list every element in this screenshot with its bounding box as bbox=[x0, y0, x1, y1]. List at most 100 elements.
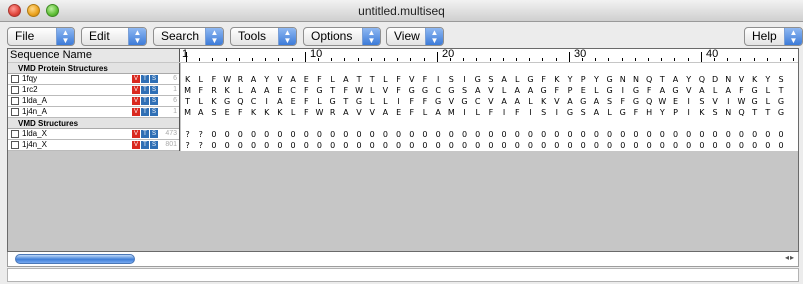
residue-cell[interactable]: 0 bbox=[629, 129, 642, 139]
residue-cell[interactable]: A bbox=[656, 85, 669, 95]
sequence-name-header[interactable]: Sequence Name bbox=[8, 49, 180, 62]
residue-cell[interactable]: 0 bbox=[484, 140, 497, 150]
sequence-row[interactable]: MASEFKKKLFWRAVVAEFLAMILFIFISIGSALGFHYPIK… bbox=[181, 107, 798, 118]
residue-cell[interactable]: 0 bbox=[234, 129, 247, 139]
sequence-row[interactable]: KLFWRAYVAEFLATTLFVFISIGSALGFKYPYGNNQTAYQ… bbox=[181, 74, 798, 85]
residue-cell[interactable]: E bbox=[669, 96, 682, 106]
residue-cell[interactable]: 0 bbox=[260, 140, 273, 150]
residue-cell[interactable]: Y bbox=[656, 107, 669, 117]
residue-cell[interactable]: G bbox=[352, 96, 365, 106]
residue-cell[interactable]: F bbox=[418, 96, 431, 106]
residue-cell[interactable]: A bbox=[511, 96, 524, 106]
text-icon[interactable]: T bbox=[141, 141, 149, 149]
residue-cell[interactable]: I bbox=[458, 74, 471, 84]
residue-cell[interactable]: 0 bbox=[352, 129, 365, 139]
residue-cell[interactable]: Y bbox=[761, 74, 774, 84]
residue-cell[interactable]: 0 bbox=[458, 129, 471, 139]
residue-cell[interactable]: A bbox=[590, 107, 603, 117]
residue-cell[interactable]: ? bbox=[181, 140, 194, 150]
residue-cell[interactable]: T bbox=[181, 96, 194, 106]
residue-cell[interactable]: A bbox=[524, 85, 537, 95]
residue-cell[interactable]: A bbox=[669, 74, 682, 84]
residue-cell[interactable]: E bbox=[300, 74, 313, 84]
residue-cell[interactable]: E bbox=[392, 107, 405, 117]
residue-cell[interactable]: G bbox=[432, 96, 445, 106]
structure-icon[interactable]: S bbox=[150, 130, 158, 138]
residue-cell[interactable]: A bbox=[511, 85, 524, 95]
residue-cell[interactable]: 0 bbox=[774, 129, 787, 139]
residue-cell[interactable]: 0 bbox=[405, 140, 418, 150]
residue-cell[interactable]: T bbox=[352, 74, 365, 84]
group-header[interactable]: VMD Protein Structures bbox=[8, 63, 179, 74]
residue-cell[interactable]: F bbox=[511, 107, 524, 117]
residue-cell[interactable]: I bbox=[550, 107, 563, 117]
residue-cell[interactable]: I bbox=[722, 96, 735, 106]
residue-cell[interactable]: 0 bbox=[682, 140, 695, 150]
residue-cell[interactable]: 0 bbox=[643, 140, 656, 150]
residue-cell[interactable]: F bbox=[405, 96, 418, 106]
residue-cell[interactable]: G bbox=[537, 85, 550, 95]
residue-cell[interactable]: C bbox=[471, 96, 484, 106]
residue-cell[interactable]: G bbox=[629, 85, 642, 95]
residue-cell[interactable]: 0 bbox=[326, 140, 339, 150]
residue-cell[interactable]: 0 bbox=[590, 129, 603, 139]
residue-cell[interactable]: G bbox=[603, 85, 616, 95]
residue-cell[interactable]: 0 bbox=[761, 129, 774, 139]
residue-cell[interactable]: G bbox=[629, 96, 642, 106]
residue-cell[interactable]: L bbox=[524, 96, 537, 106]
residue-cell[interactable]: 0 bbox=[445, 129, 458, 139]
residue-cell[interactable]: 0 bbox=[748, 140, 761, 150]
residue-cell[interactable]: 0 bbox=[695, 129, 708, 139]
residue-cell[interactable]: A bbox=[260, 85, 273, 95]
residue-cell[interactable]: 0 bbox=[563, 140, 576, 150]
residue-cell[interactable]: 0 bbox=[709, 129, 722, 139]
residue-cell[interactable]: S bbox=[774, 74, 787, 84]
residue-cell[interactable]: 0 bbox=[511, 140, 524, 150]
residue-cell[interactable]: ? bbox=[181, 129, 194, 139]
residue-cell[interactable]: K bbox=[207, 96, 220, 106]
residue-cell[interactable]: F bbox=[550, 85, 563, 95]
residue-cell[interactable]: A bbox=[432, 107, 445, 117]
residue-cell[interactable]: F bbox=[418, 74, 431, 84]
visibility-icon[interactable]: V bbox=[132, 86, 140, 94]
residue-cell[interactable]: 0 bbox=[524, 140, 537, 150]
residue-cell[interactable]: K bbox=[550, 74, 563, 84]
residue-cell[interactable]: F bbox=[643, 85, 656, 95]
residue-cell[interactable]: G bbox=[524, 74, 537, 84]
residue-cell[interactable]: W bbox=[352, 85, 365, 95]
residue-cell[interactable]: 0 bbox=[735, 140, 748, 150]
residue-cell[interactable]: A bbox=[194, 107, 207, 117]
structure-icon[interactable]: S bbox=[150, 86, 158, 94]
residue-cell[interactable]: 0 bbox=[524, 129, 537, 139]
residue-cell[interactable]: C bbox=[287, 85, 300, 95]
residue-cell[interactable]: I bbox=[524, 107, 537, 117]
residue-cell[interactable]: 0 bbox=[339, 140, 352, 150]
sequence-checkbox[interactable] bbox=[11, 75, 19, 83]
residue-cell[interactable]: 0 bbox=[629, 140, 642, 150]
residue-cell[interactable]: 0 bbox=[379, 140, 392, 150]
residue-cell[interactable]: T bbox=[774, 85, 787, 95]
residue-cell[interactable]: F bbox=[300, 96, 313, 106]
residue-cell[interactable]: C bbox=[432, 85, 445, 95]
residue-cell[interactable]: 0 bbox=[563, 129, 576, 139]
residue-cell[interactable]: K bbox=[537, 96, 550, 106]
residue-cell[interactable]: A bbox=[722, 85, 735, 95]
group-header[interactable]: VMD Structures bbox=[8, 118, 179, 129]
residue-cell[interactable]: S bbox=[603, 96, 616, 106]
residue-cell[interactable]: Q bbox=[695, 74, 708, 84]
residue-cell[interactable]: S bbox=[207, 107, 220, 117]
residue-cell[interactable]: A bbox=[590, 96, 603, 106]
residue-cell[interactable]: E bbox=[273, 85, 286, 95]
residue-cell[interactable]: 0 bbox=[735, 129, 748, 139]
residue-cell[interactable]: L bbox=[194, 96, 207, 106]
visibility-icon[interactable]: V bbox=[132, 130, 140, 138]
residue-cell[interactable]: L bbox=[366, 85, 379, 95]
residue-cell[interactable]: V bbox=[273, 74, 286, 84]
residue-cell[interactable]: 0 bbox=[287, 129, 300, 139]
residue-cell[interactable]: N bbox=[616, 74, 629, 84]
residue-cell[interactable]: 0 bbox=[458, 140, 471, 150]
residue-cell[interactable]: F bbox=[405, 107, 418, 117]
options-menu-button[interactable]: Options ▲ ▼ bbox=[303, 27, 381, 46]
residue-cell[interactable]: A bbox=[695, 85, 708, 95]
visibility-icon[interactable]: V bbox=[132, 108, 140, 116]
